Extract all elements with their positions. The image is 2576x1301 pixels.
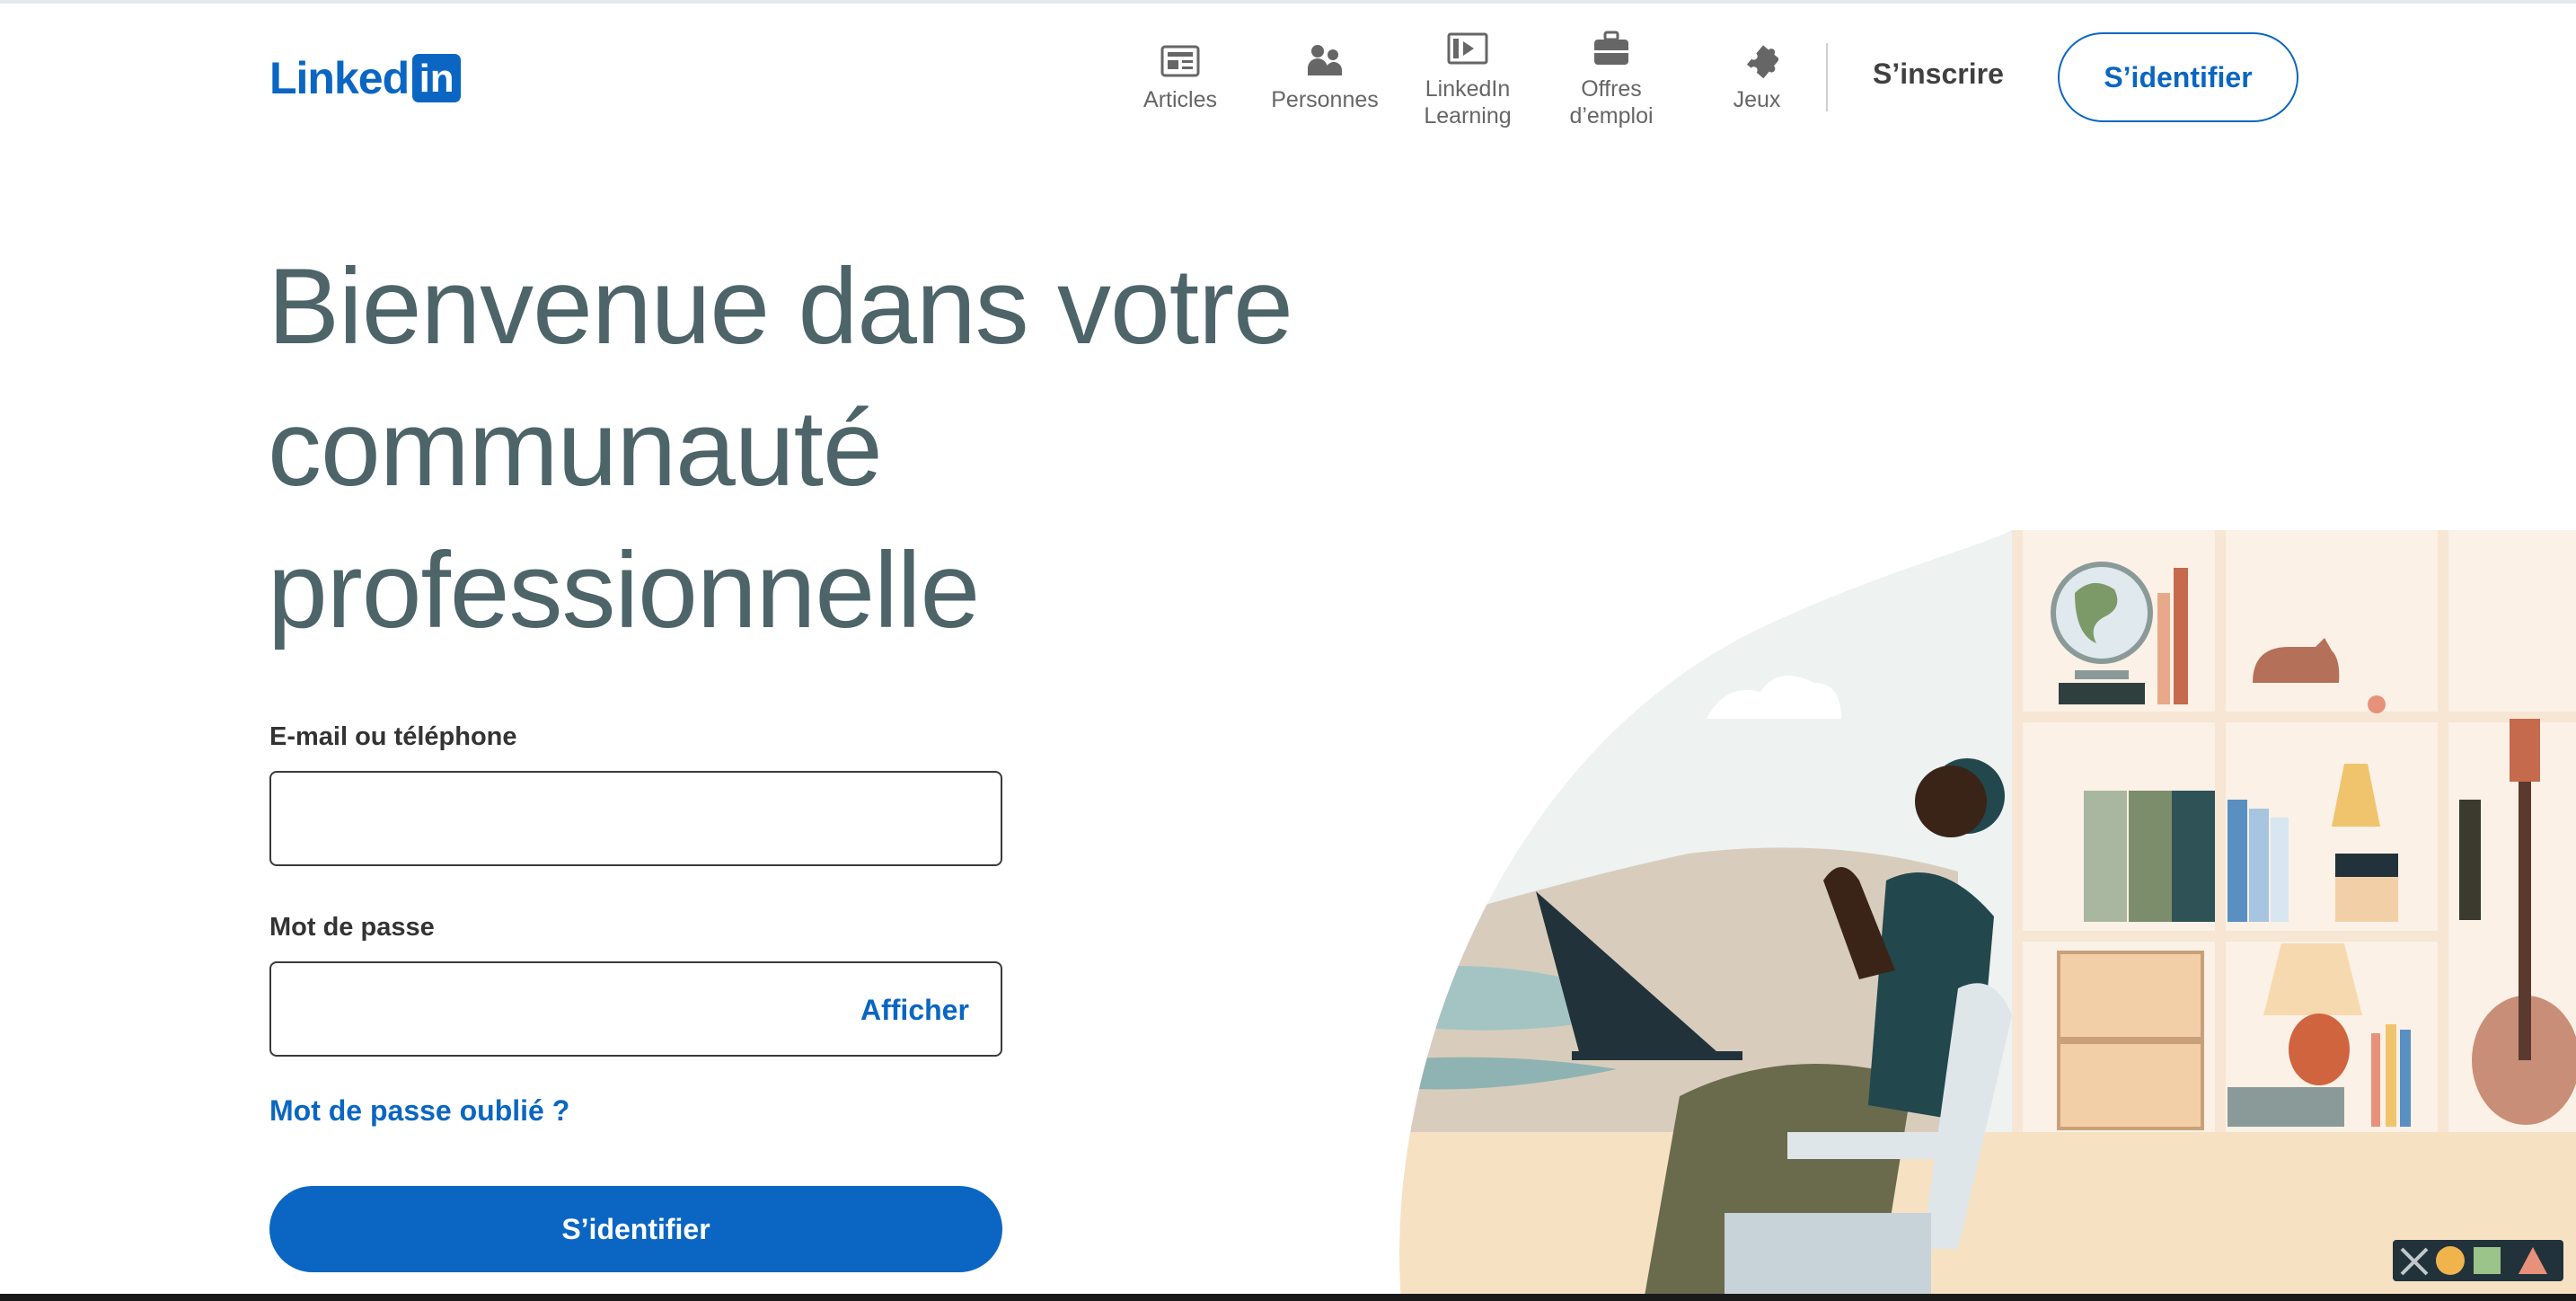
logo-in-box: in bbox=[412, 54, 462, 102]
linkedin-logo[interactable]: Linked in bbox=[269, 52, 462, 104]
learning-icon bbox=[1447, 32, 1488, 65]
hero-headline-line-1: Bienvenue dans votre bbox=[268, 246, 1293, 367]
nav-label-games: Jeux bbox=[1733, 87, 1781, 112]
hero-headline: Bienvenue dans votre communauté professi… bbox=[268, 235, 1435, 661]
password-label: Mot de passe bbox=[269, 913, 435, 942]
hero-illustration bbox=[1399, 530, 2576, 1301]
forgot-password-link[interactable]: Mot de passe oublié ? bbox=[269, 1094, 569, 1128]
nav-label-people: Personnes bbox=[1271, 87, 1379, 112]
nav-label-learning-2: Learning bbox=[1424, 103, 1512, 128]
briefcase-icon bbox=[1594, 31, 1628, 65]
nav-item-learning[interactable]: LinkedIn Learning bbox=[1416, 29, 1520, 129]
email-label: E-mail ou téléphone bbox=[269, 722, 517, 751]
hero-headline-line-2: communauté bbox=[268, 388, 883, 509]
nav-item-articles[interactable]: Articles bbox=[1134, 40, 1227, 113]
bottom-edge bbox=[0, 1294, 2576, 1301]
articles-icon bbox=[1160, 45, 1200, 77]
nav-label-jobs-1: Offres bbox=[1581, 76, 1642, 102]
email-field[interactable] bbox=[269, 771, 1002, 866]
nav-label-learning-1: LinkedIn bbox=[1425, 76, 1511, 102]
top-navigation: Linked in Articles Personnes LinkedIn Le… bbox=[0, 0, 2576, 147]
join-link[interactable]: S’inscrire bbox=[1873, 58, 2004, 91]
puzzle-icon bbox=[1746, 45, 1778, 79]
nav-item-people[interactable]: Personnes bbox=[1266, 40, 1383, 113]
nav-item-jobs[interactable]: Offres d’emploi bbox=[1559, 29, 1663, 129]
nav-label-jobs-2: d’emploi bbox=[1569, 103, 1654, 128]
hero-headline-line-3: professionnelle bbox=[268, 530, 980, 650]
people-icon bbox=[1308, 45, 1342, 75]
logo-wordmark: Linked bbox=[269, 53, 410, 103]
nav-item-games[interactable]: Jeux bbox=[1712, 40, 1802, 113]
nav-divider bbox=[1826, 43, 1828, 111]
sign-in-button[interactable]: S’identifier bbox=[269, 1186, 1002, 1272]
nav-label-articles: Articles bbox=[1143, 87, 1217, 112]
sign-in-header-button[interactable]: S’identifier bbox=[2058, 32, 2298, 122]
show-password-button[interactable]: Afficher bbox=[860, 994, 969, 1027]
